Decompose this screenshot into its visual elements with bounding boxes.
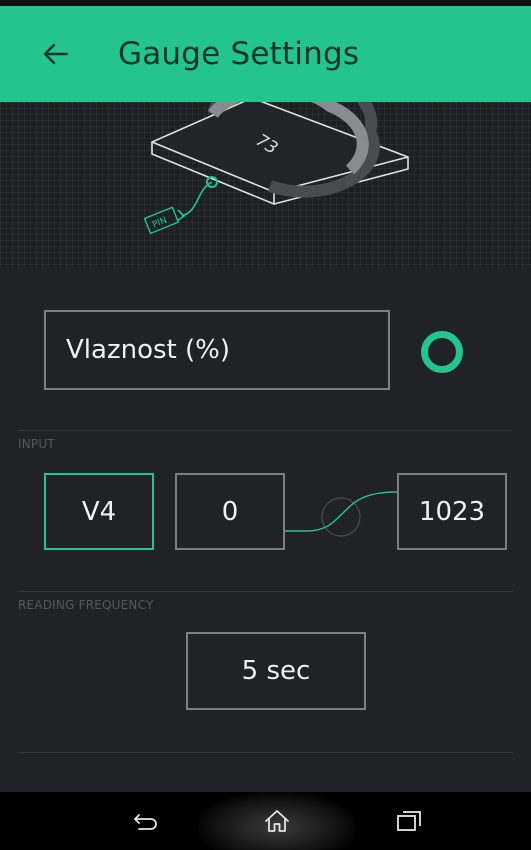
divider: [18, 591, 513, 592]
divider: [18, 752, 513, 753]
widget-name-input[interactable]: Vlaznost (%): [44, 310, 390, 390]
settings-panel: Vlaznost (%) INPUT V4 0 1023 READING FRE…: [0, 268, 531, 792]
min-value-input[interactable]: 0: [175, 473, 285, 550]
mapping-curve-icon: [285, 491, 397, 537]
nav-home-button[interactable]: [242, 792, 312, 850]
color-picker-button[interactable]: [421, 331, 463, 373]
pin-label: PIN: [151, 216, 168, 231]
reading-frequency-select[interactable]: 5 sec: [186, 632, 366, 710]
reading-frequency-label: READING FREQUENCY: [18, 598, 154, 612]
max-value-input[interactable]: 1023: [397, 473, 507, 550]
divider: [18, 430, 513, 431]
app-bar: Gauge Settings: [0, 6, 531, 102]
nav-back-button[interactable]: [112, 792, 182, 850]
back-button[interactable]: [34, 32, 78, 76]
input-section-label: INPUT: [18, 437, 55, 451]
nav-recents-button[interactable]: [374, 792, 444, 850]
page-title: Gauge Settings: [118, 36, 360, 72]
gauge-illustration: 73 PIN: [0, 102, 531, 268]
nav-recents-icon: [397, 811, 421, 831]
nav-home-icon: [265, 810, 289, 832]
arrow-left-icon: [43, 43, 69, 65]
nav-back-icon: [134, 814, 157, 830]
pin-select-button[interactable]: V4: [44, 473, 154, 550]
